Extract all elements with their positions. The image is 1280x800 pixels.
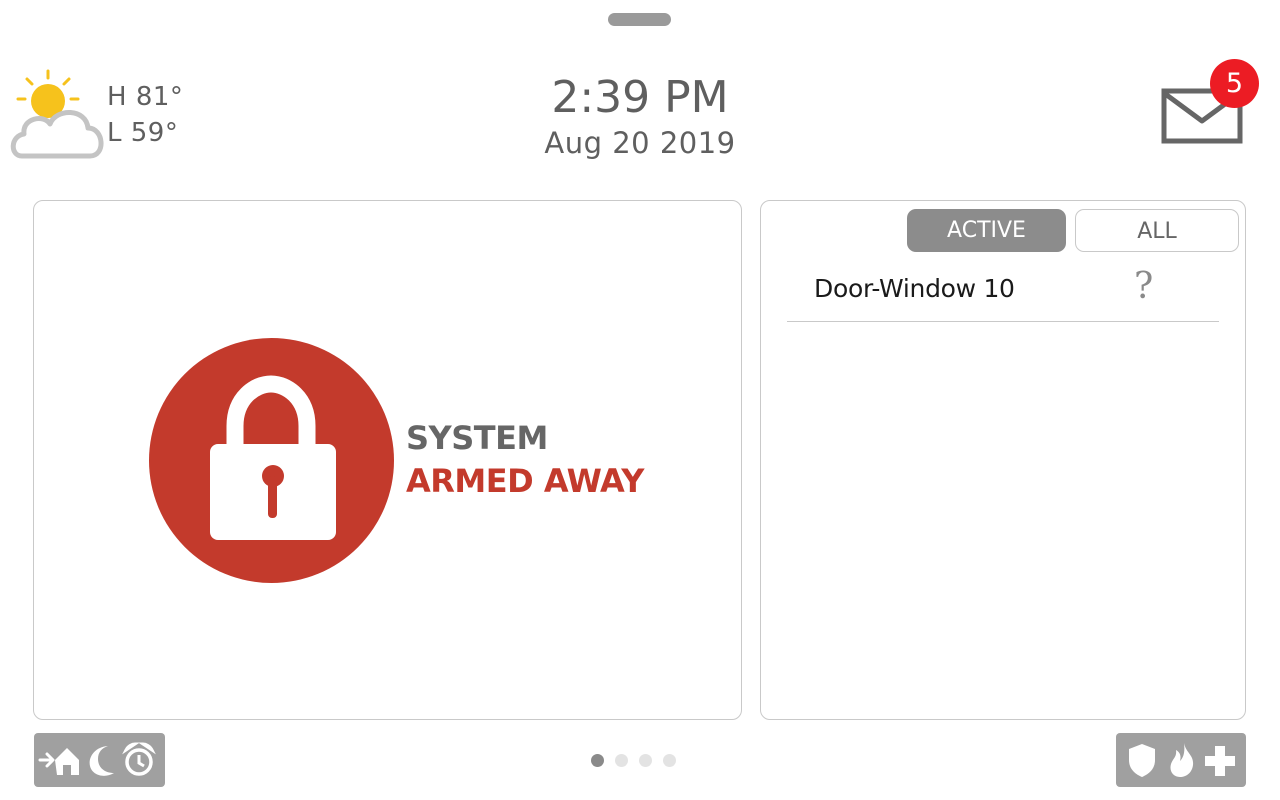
arm-status-button[interactable]: [149, 338, 394, 583]
arming-toolbar: [34, 733, 165, 787]
arm-night-icon[interactable]: [82, 733, 122, 787]
page-dot-1[interactable]: [591, 754, 604, 767]
current-date: Aug 20 2019: [544, 126, 736, 160]
medical-cross-icon[interactable]: [1200, 733, 1240, 787]
security-status-panel[interactable]: SYSTEM ARMED AWAY: [33, 200, 742, 720]
low-temperature: L 59°: [107, 118, 179, 148]
clock: 2:39 PM Aug 20 2019: [440, 72, 840, 160]
page-dot-4[interactable]: [663, 754, 676, 767]
current-time: 2:39 PM: [551, 72, 729, 123]
unknown-status-icon: ?: [1134, 266, 1154, 307]
alarm-clock-icon[interactable]: [120, 733, 160, 787]
sensor-name: Door-Window 10: [814, 274, 1015, 303]
page-indicator[interactable]: [591, 754, 681, 768]
unread-messages-badge: 5: [1210, 59, 1259, 108]
emergency-toolbar: [1116, 733, 1246, 787]
tab-active[interactable]: ACTIVE: [907, 209, 1066, 252]
fire-icon[interactable]: [1162, 733, 1202, 787]
lock-icon: [210, 375, 336, 540]
high-temperature: H 81°: [107, 82, 184, 112]
list-item[interactable]: Door-Window 10 ?: [787, 266, 1219, 322]
partly-cloudy-icon: [10, 69, 104, 159]
police-shield-icon[interactable]: [1122, 733, 1162, 787]
tab-all[interactable]: ALL: [1075, 209, 1239, 252]
page-dot-2[interactable]: [615, 754, 628, 767]
weather-widget[interactable]: H 81° L 59°: [8, 68, 188, 163]
page-dot-3[interactable]: [639, 754, 652, 767]
arm-stay-icon[interactable]: [38, 733, 79, 787]
sensor-list-panel: ACTIVE ALL Door-Window 10 ?: [760, 200, 1246, 720]
arm-state-label: ARMED AWAY: [406, 462, 644, 500]
pull-down-handle[interactable]: [608, 13, 671, 26]
system-label: SYSTEM: [406, 419, 548, 457]
